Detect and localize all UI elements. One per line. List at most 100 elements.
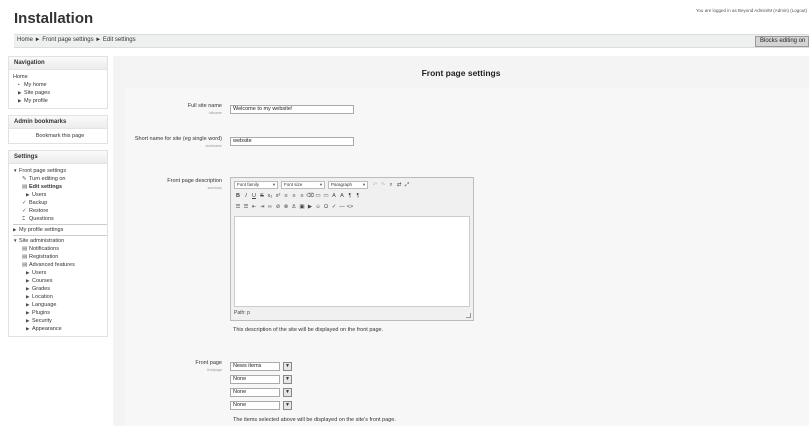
outdent-icon[interactable]: ⇤ bbox=[250, 203, 258, 211]
align-right-icon[interactable]: ≡ bbox=[298, 192, 306, 200]
bold-icon[interactable]: B bbox=[234, 192, 242, 200]
background-color-icon[interactable]: A bbox=[338, 192, 346, 200]
font-size-select[interactable]: Font size ▼ bbox=[281, 181, 325, 189]
site-administration-node[interactable]: ▼ Site administration bbox=[13, 237, 107, 245]
numbered-list-icon[interactable]: ☰ bbox=[242, 203, 250, 211]
chevron-down-icon[interactable]: ▼ bbox=[283, 362, 292, 371]
admin-language-node[interactable]: ▶ Language bbox=[13, 301, 107, 309]
page-title: Front page settings bbox=[421, 68, 501, 78]
questions-icon: ⌶ bbox=[22, 216, 26, 222]
fullscreen-icon[interactable]: ⤢ bbox=[403, 181, 411, 189]
bookmark-this-page-link[interactable]: Bookmark this page bbox=[13, 132, 107, 140]
front-page-description-label: Front page description summary bbox=[125, 178, 222, 192]
front-page-select-1[interactable]: News items ▼ bbox=[230, 362, 292, 371]
chevron-down-icon[interactable]: ▼ bbox=[283, 375, 292, 384]
indent-icon[interactable]: ⇥ bbox=[258, 203, 266, 211]
admin-appearance-node[interactable]: ▶ Appearance bbox=[13, 325, 107, 333]
editor-path: Path: p bbox=[234, 310, 250, 316]
superscript-icon[interactable]: x² bbox=[274, 192, 282, 200]
special-char-icon[interactable]: Ω bbox=[322, 203, 330, 211]
html-editor: Font family ▼ Font size ▼ Paragraph ▼ ↶ ↷ ⌕ ⇄ ⤢ BI… bbox=[230, 177, 474, 321]
turn-editing-on-link[interactable]: ✎ Turn editing on bbox=[13, 175, 107, 183]
main-content: Front page settings Full site name fulln… bbox=[113, 56, 809, 426]
spellcheck-icon[interactable]: ✓ bbox=[330, 203, 338, 211]
advanced-features-link[interactable]: ▤ Advanced features bbox=[13, 261, 107, 269]
paste-word-icon[interactable]: ▭ bbox=[322, 192, 330, 200]
front-page-select-4[interactable]: None ▼ bbox=[230, 401, 292, 410]
editor-text-area[interactable] bbox=[234, 216, 470, 307]
text-color-icon[interactable]: A bbox=[330, 192, 338, 200]
admin-plugins-node[interactable]: ▶ Plugins bbox=[13, 309, 107, 317]
media-icon[interactable]: ▶ bbox=[306, 203, 314, 211]
registration-link[interactable]: ▤ Registration bbox=[13, 253, 107, 261]
strikethrough-icon[interactable]: S bbox=[258, 192, 266, 200]
rtl-icon[interactable]: ¶ bbox=[354, 192, 362, 200]
my-profile-settings-node[interactable]: ▶ My profile settings bbox=[13, 226, 107, 234]
bullet-list-icon[interactable]: ☰ bbox=[234, 203, 242, 211]
restore-icon: ✓ bbox=[22, 208, 27, 214]
breadcrumb[interactable]: Home ► Front page settings ► Edit settin… bbox=[17, 37, 136, 43]
horizontal-rule-icon[interactable]: — bbox=[338, 203, 346, 211]
chevron-down-icon[interactable]: ▼ bbox=[283, 401, 292, 410]
admin-security-node[interactable]: ▶ Security bbox=[13, 317, 107, 325]
questions-link[interactable]: ⌶ Questions bbox=[13, 215, 107, 223]
sidebar: Navigation Home • My home ▶ Site pages ▶ My… bbox=[8, 56, 108, 426]
redo-icon[interactable]: ↷ bbox=[379, 181, 387, 189]
nav-site-pages[interactable]: ▶ Site pages bbox=[13, 89, 107, 97]
login-info[interactable]: You are logged in as Beyond Admin/M (Adm… bbox=[696, 8, 807, 13]
page-header: Installation You are logged in as Beyond… bbox=[0, 0, 809, 32]
front-page-label: Front page frontpage bbox=[125, 360, 222, 374]
paragraph-select[interactable]: Paragraph ▼ bbox=[328, 181, 368, 189]
subscript-icon[interactable]: x₂ bbox=[266, 192, 274, 200]
full-site-name-input[interactable]: Welcome to my website! bbox=[230, 105, 354, 114]
admin-bookmarks-block: Admin bookmarks Bookmark this page bbox=[8, 115, 108, 144]
navbar: Home ► Front page settings ► Edit settin… bbox=[14, 34, 809, 48]
clear-formatting-icon[interactable]: ⌫ bbox=[306, 192, 314, 200]
settings-page-icon: ▤ bbox=[22, 262, 28, 268]
ltr-icon[interactable]: ¶ bbox=[346, 192, 354, 200]
front-page-select-3[interactable]: None ▼ bbox=[230, 388, 292, 397]
undo-icon[interactable]: ↶ bbox=[371, 181, 379, 189]
html-source-icon[interactable]: <> bbox=[346, 203, 354, 211]
admin-bookmarks-title: Admin bookmarks bbox=[9, 116, 107, 129]
find-icon[interactable]: ⌕ bbox=[387, 181, 395, 189]
link-icon[interactable]: ∞ bbox=[266, 203, 274, 211]
chevron-down-icon: ▼ bbox=[319, 182, 323, 187]
admin-courses-node[interactable]: ▶ Courses bbox=[13, 277, 107, 285]
align-left-icon[interactable]: ≡ bbox=[282, 192, 290, 200]
blocks-editing-button[interactable]: Blocks editing on bbox=[755, 36, 809, 47]
backup-icon: ✓ bbox=[22, 200, 27, 206]
backup-link[interactable]: ✓ Backup bbox=[13, 199, 107, 207]
short-name-input[interactable]: website bbox=[230, 137, 354, 146]
restore-link[interactable]: ✓ Restore bbox=[13, 207, 107, 215]
nav-home[interactable]: Home bbox=[13, 73, 107, 81]
align-center-icon[interactable]: ≡ bbox=[290, 192, 298, 200]
setting-id: fullname bbox=[208, 111, 222, 115]
settings-block: Settings ▼ Front page settings ✎ Turn edit… bbox=[8, 150, 108, 337]
admin-users-node[interactable]: ▶ Users bbox=[13, 269, 107, 277]
front-page-settings-node[interactable]: ▼ Front page settings bbox=[13, 167, 107, 175]
nolink-icon[interactable]: ⊗ bbox=[282, 203, 290, 211]
setting-id: frontpage bbox=[207, 368, 222, 372]
short-name-label: Short name for site (eg single word) sho… bbox=[125, 136, 222, 150]
emoticon-icon[interactable]: ☺ bbox=[314, 203, 322, 211]
replace-icon[interactable]: ⇄ bbox=[395, 181, 403, 189]
nav-my-profile[interactable]: ▶ My profile bbox=[13, 97, 107, 105]
image-icon[interactable]: ▣ bbox=[298, 203, 306, 211]
resize-grip-icon[interactable] bbox=[466, 313, 471, 318]
users-node[interactable]: ▶ Users bbox=[13, 191, 107, 199]
chevron-down-icon: ▼ bbox=[272, 182, 276, 187]
admin-location-node[interactable]: ▶ Location bbox=[13, 293, 107, 301]
chevron-down-icon[interactable]: ▼ bbox=[283, 388, 292, 397]
paste-text-icon[interactable]: ▭ bbox=[314, 192, 322, 200]
underline-icon[interactable]: U bbox=[250, 192, 258, 200]
admin-grades-node[interactable]: ▶ Grades bbox=[13, 285, 107, 293]
anchor-icon[interactable]: ⚓ bbox=[290, 203, 298, 211]
edit-settings-link[interactable]: ▤ Edit settings bbox=[13, 183, 107, 191]
nav-my-home[interactable]: • My home bbox=[13, 81, 107, 89]
font-family-select[interactable]: Font family ▼ bbox=[234, 181, 278, 189]
front-page-select-2[interactable]: None ▼ bbox=[230, 375, 292, 384]
notifications-link[interactable]: ▤ Notifications bbox=[13, 245, 107, 253]
italic-icon[interactable]: I bbox=[242, 192, 250, 200]
unlink-icon[interactable]: ⊘ bbox=[274, 203, 282, 211]
